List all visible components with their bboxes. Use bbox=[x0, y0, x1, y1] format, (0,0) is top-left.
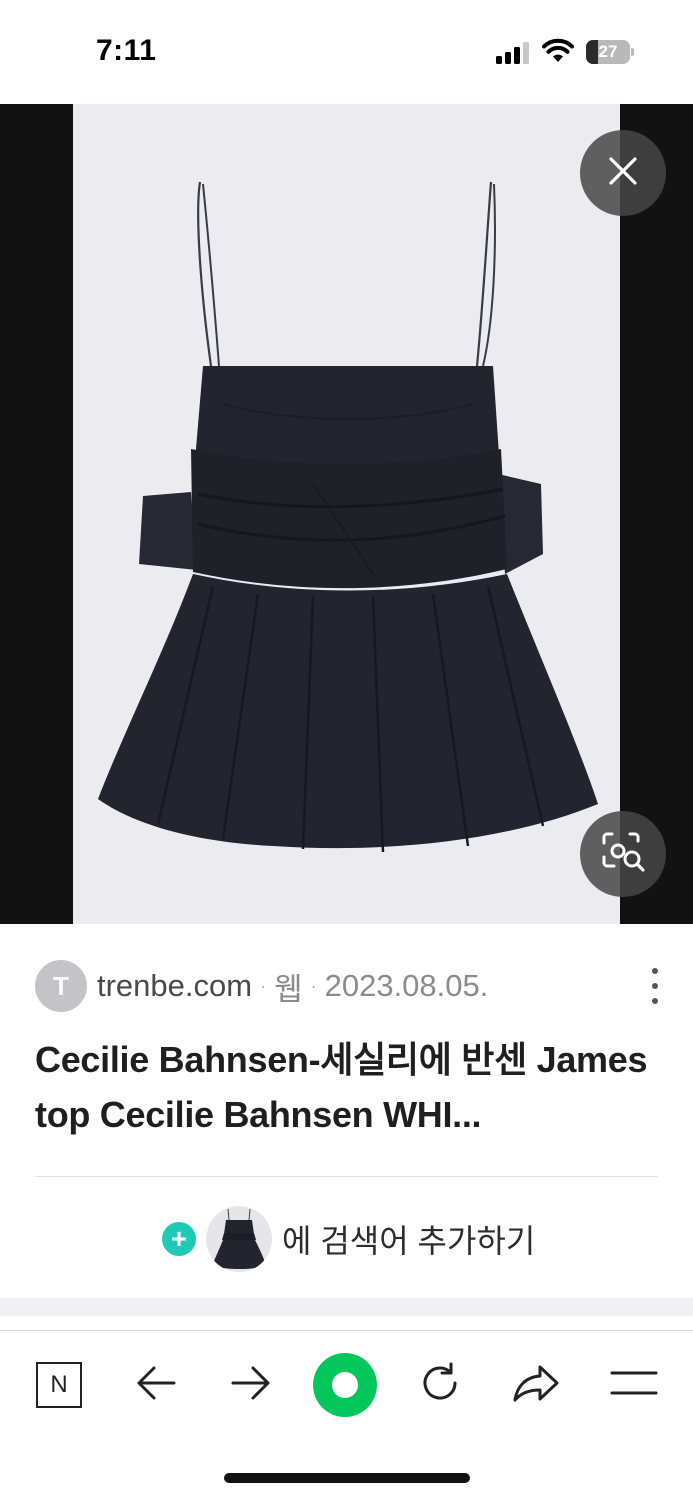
naver-home-letter: N bbox=[50, 1371, 68, 1398]
section-gap bbox=[0, 1298, 693, 1316]
next-result-card bbox=[0, 1316, 693, 1330]
wifi-icon bbox=[542, 38, 574, 64]
battery-level: 27 bbox=[598, 42, 618, 61]
green-dot-button[interactable] bbox=[311, 1351, 379, 1419]
image-search-button[interactable] bbox=[580, 811, 666, 897]
green-dot-icon bbox=[313, 1353, 377, 1417]
image-viewer[interactable] bbox=[0, 104, 693, 924]
image-search-icon bbox=[600, 831, 646, 878]
more-options-icon[interactable] bbox=[646, 968, 664, 1004]
cellular-signal-icon bbox=[496, 42, 532, 64]
refresh-button[interactable] bbox=[408, 1353, 472, 1417]
share-button[interactable] bbox=[504, 1353, 568, 1417]
result-title[interactable]: Cecilie Bahnsen-세실리에 반센 James top Cecili… bbox=[35, 1032, 660, 1142]
naver-home-icon: N bbox=[36, 1362, 82, 1408]
source-row: T trenbe.com · 웹 · 2023.08.05. bbox=[35, 960, 665, 1012]
status-time: 7:11 bbox=[96, 34, 157, 67]
battery-icon: 27 bbox=[586, 40, 634, 64]
close-icon bbox=[607, 155, 639, 192]
refresh-icon bbox=[417, 1360, 463, 1411]
separator: · bbox=[310, 975, 317, 996]
result-date: 2023.08.05. bbox=[324, 968, 489, 1003]
thumbnail-image bbox=[206, 1206, 272, 1272]
home-indicator bbox=[224, 1473, 470, 1483]
bottom-toolbar: N bbox=[0, 1330, 693, 1500]
back-button[interactable] bbox=[124, 1353, 188, 1417]
status-bar: 7:11 27 bbox=[0, 0, 693, 104]
share-icon bbox=[511, 1363, 561, 1408]
back-arrow-icon bbox=[134, 1365, 178, 1406]
forward-button[interactable] bbox=[219, 1353, 283, 1417]
menu-icon bbox=[610, 1369, 658, 1402]
menu-button[interactable] bbox=[602, 1353, 666, 1417]
search-result-card[interactable]: T trenbe.com · 웹 · 2023.08.05. Cecilie B… bbox=[0, 924, 693, 1298]
separator: · bbox=[260, 975, 267, 996]
add-search-term-label: 에 검색어 추가하기 bbox=[282, 1223, 536, 1259]
add-search-term-button[interactable]: + 에 검색어 추가하기 bbox=[162, 1204, 535, 1274]
plus-icon: + bbox=[162, 1222, 196, 1256]
product-image[interactable] bbox=[73, 104, 620, 924]
forward-arrow-icon bbox=[229, 1365, 273, 1406]
result-category: 웹 bbox=[274, 971, 303, 1007]
divider bbox=[35, 1176, 658, 1177]
close-button[interactable] bbox=[580, 130, 666, 216]
naver-home-button[interactable]: N bbox=[27, 1353, 91, 1417]
site-favicon: T bbox=[35, 960, 87, 1012]
site-domain[interactable]: trenbe.com bbox=[97, 968, 252, 1004]
